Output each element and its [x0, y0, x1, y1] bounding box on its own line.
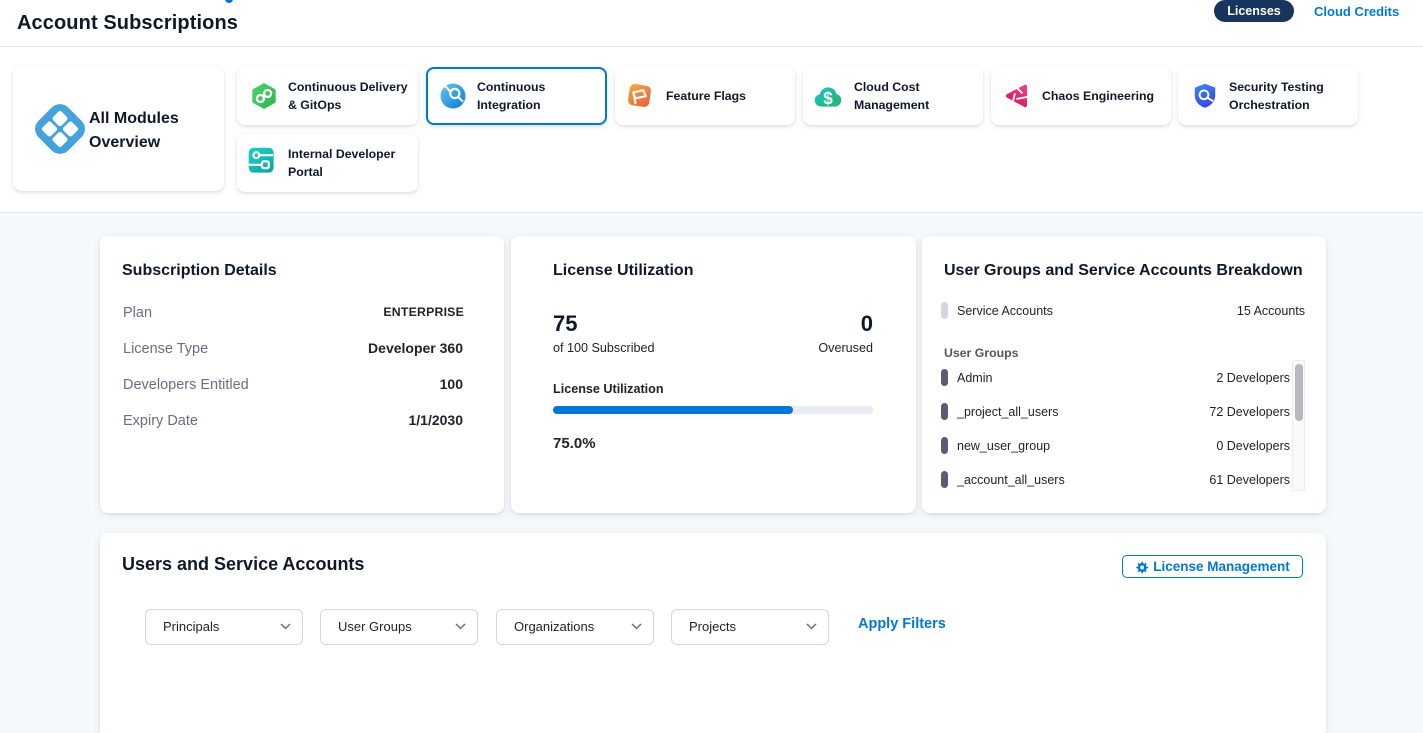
svg-text:$: $: [823, 87, 833, 107]
